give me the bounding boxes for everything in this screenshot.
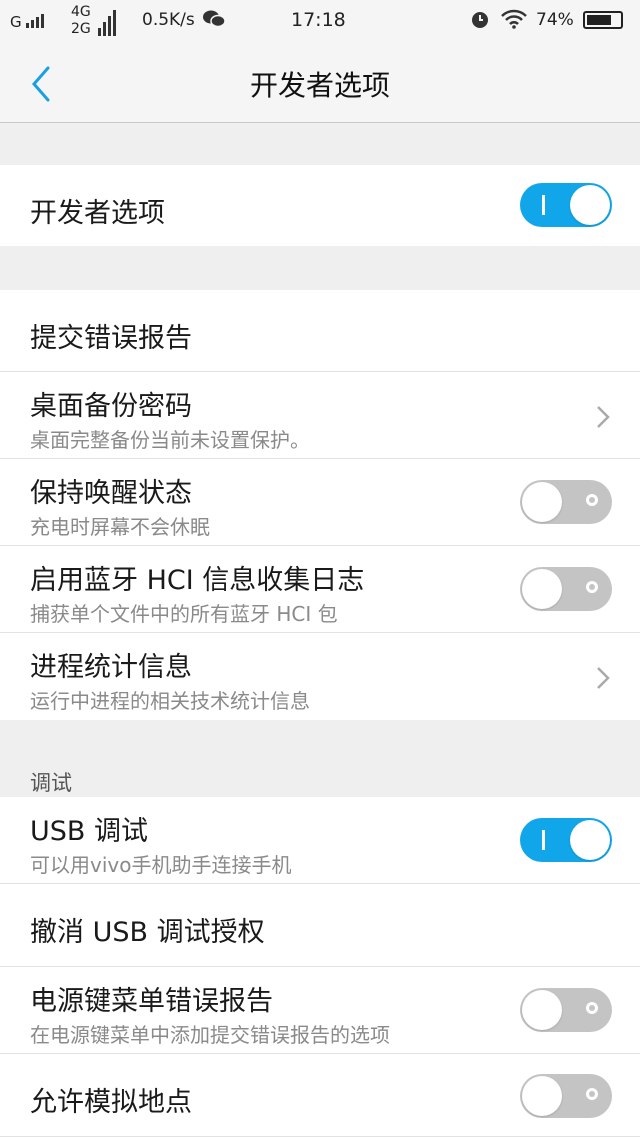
top-app-bar: 开发者选项: [0, 44, 640, 123]
network-type-label: 4G 2G: [71, 4, 91, 37]
process-stats-row[interactable]: 进程统计信息 运行中进程的相关技术统计信息: [0, 633, 640, 720]
debugging-group: USB 调试 可以用vivo手机助手连接手机 撤消 USB 调试授权 电源键菜单…: [0, 797, 640, 1137]
battery-icon: [583, 11, 623, 29]
dual-signal-icon: [98, 6, 116, 36]
carrier-label: G: [10, 13, 22, 31]
stay-awake-toggle[interactable]: [520, 480, 612, 524]
usb-debugging-row[interactable]: USB 调试 可以用vivo手机助手连接手机: [0, 797, 640, 884]
usb-debugging-toggle[interactable]: [520, 818, 612, 862]
row-subtitle: 在电源键菜单中添加提交错误报告的选项: [30, 1023, 390, 1047]
power-menu-bug-report-row[interactable]: 电源键菜单错误报告 在电源键菜单中添加提交错误报告的选项: [0, 967, 640, 1054]
row-title: 电源键菜单错误报告: [30, 986, 273, 1017]
master-switch-section: 开发者选项: [0, 165, 640, 246]
chevron-right-icon: [597, 406, 610, 428]
desktop-backup-password-row[interactable]: 桌面备份密码 桌面完整备份当前未设置保护。: [0, 372, 640, 459]
mock-location-toggle[interactable]: [520, 1074, 612, 1118]
developer-options-row[interactable]: 开发者选项: [0, 165, 640, 246]
wifi-icon: [500, 9, 528, 34]
row-title: 允许模拟地点: [30, 1087, 192, 1118]
power-menu-bug-report-toggle[interactable]: [520, 988, 612, 1032]
row-title: 桌面备份密码: [30, 391, 192, 422]
row-title: 提交错误报告: [30, 323, 192, 354]
revoke-usb-auth-row[interactable]: 撤消 USB 调试授权: [0, 884, 640, 967]
wechat-icon: [202, 9, 226, 34]
alarm-icon: [470, 9, 490, 34]
status-bar: G 4G 2G 0.5K/s 17:18 74%: [0, 0, 640, 44]
network-speed: 0.5K/s: [142, 10, 195, 30]
page-title: 开发者选项: [249, 69, 390, 102]
row-subtitle: 充电时屏幕不会休眠: [30, 515, 210, 539]
settings-group: 提交错误报告 桌面备份密码 桌面完整备份当前未设置保护。 保持唤醒状态 充电时屏…: [0, 290, 640, 720]
bluetooth-hci-log-row[interactable]: 启用蓝牙 HCI 信息收集日志 捕获单个文件中的所有蓝牙 HCI 包: [0, 546, 640, 633]
section-header-debugging: 调试: [30, 771, 72, 795]
row-title: 开发者选项: [30, 198, 165, 229]
row-title: 保持唤醒状态: [30, 478, 192, 509]
stay-awake-row[interactable]: 保持唤醒状态 充电时屏幕不会休眠: [0, 459, 640, 546]
battery-percent: 74%: [536, 10, 574, 30]
bluetooth-hci-log-toggle[interactable]: [520, 567, 612, 611]
developer-options-toggle[interactable]: [520, 183, 612, 227]
toggle-on-mark: [542, 195, 545, 215]
submit-bug-report-row[interactable]: 提交错误报告: [0, 290, 640, 372]
signal-strength-icon: [26, 12, 44, 28]
chevron-right-icon: [597, 667, 610, 689]
row-subtitle: 捕获单个文件中的所有蓝牙 HCI 包: [30, 602, 338, 626]
row-subtitle: 运行中进程的相关技术统计信息: [30, 689, 310, 713]
row-title: 启用蓝牙 HCI 信息收集日志: [30, 565, 365, 596]
clock: 17:18: [291, 9, 346, 31]
row-subtitle: 桌面完整备份当前未设置保护。: [30, 428, 310, 452]
row-title: USB 调试: [30, 816, 149, 847]
row-title: 进程统计信息: [30, 652, 192, 683]
row-subtitle: 可以用vivo手机助手连接手机: [30, 853, 292, 877]
row-title: 撤消 USB 调试授权: [30, 917, 265, 948]
mock-location-row[interactable]: 允许模拟地点: [0, 1054, 640, 1137]
